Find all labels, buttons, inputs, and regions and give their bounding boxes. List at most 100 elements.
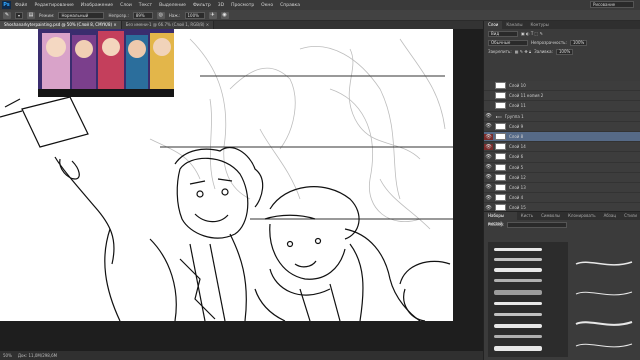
layer-thumbnail <box>495 122 506 130</box>
layer-name: Слой 6 <box>509 154 524 160</box>
folder-icon: ▸▭ <box>496 113 502 119</box>
brush-preset[interactable] <box>494 302 542 305</box>
menu-image[interactable]: Изображение <box>81 3 113 8</box>
layers-panel-tabs: Слои Каналы Контуры <box>484 21 640 29</box>
brush-preset-list[interactable] <box>488 242 568 357</box>
status-bar: 50% Док: 11,0М/298,6М <box>0 351 483 360</box>
menu-3d[interactable]: 3D <box>218 3 224 8</box>
tab-document-untitled[interactable]: Без имени-1 @ 66.7% (Слой 1, RGB/8) × <box>121 21 215 29</box>
brush-preset[interactable] <box>494 324 542 328</box>
layer-row[interactable]: 👁︎ Слой 5 <box>484 163 640 173</box>
mode-select[interactable]: Нормальный <box>58 11 105 19</box>
layer-row-selected[interactable]: 👁︎ Слой 8 <box>484 131 640 143</box>
brush-preset[interactable] <box>494 346 542 351</box>
layer-name: Слой 14 <box>509 144 526 150</box>
brush-preset[interactable] <box>494 268 542 272</box>
lock-icons[interactable]: ▦ ✎ ✥ 🔒︎ <box>515 49 531 54</box>
layer-row[interactable]: 👁︎ Слой 13 <box>484 183 640 194</box>
opacity-field[interactable]: 89% <box>132 11 153 19</box>
visibility-icon[interactable]: 👁︎ <box>484 143 493 150</box>
brush-panel-toggle-icon[interactable]: ▤ <box>27 11 36 19</box>
menu-select[interactable]: Выделение <box>159 3 186 8</box>
pressure-size-icon[interactable]: ◉ <box>220 11 229 19</box>
tab-character[interactable]: Символы <box>537 212 564 220</box>
tab-clone[interactable]: Клонировать <box>564 212 600 220</box>
fill-field[interactable]: 100% <box>555 48 574 55</box>
visibility-icon[interactable]: 👁︎ <box>484 133 493 140</box>
brush-presets-panel: Наборы кистей Кисть Символы Клонировать … <box>484 211 640 360</box>
brush-preset[interactable] <box>494 279 542 282</box>
visibility-icon[interactable]: 👁︎ <box>484 154 493 160</box>
visibility-icon[interactable]: 👁︎ <box>484 123 493 129</box>
layers-list: Слой 10 Слой 11 копия 2 Слой 11 👁︎ ▸▭ Груп… <box>484 81 640 224</box>
blend-mode-select[interactable]: Обычные <box>488 39 528 46</box>
layer-row[interactable]: 👁︎ Слой 4 <box>484 193 640 204</box>
layer-name: Слой 11 копия 2 <box>509 93 544 99</box>
reference-video-thumbnail <box>38 29 174 97</box>
layer-name: Слой 8 <box>509 134 524 140</box>
layer-row[interactable]: Слой 11 копия 2 <box>484 91 640 102</box>
menu-layers[interactable]: Слои <box>120 3 132 8</box>
menu-filter[interactable]: Фильтр <box>193 3 211 8</box>
lock-row: Закрепить: ▦ ✎ ✥ 🔒︎ Заливка: 100% <box>484 47 640 56</box>
visibility-icon[interactable]: 👁︎ <box>484 113 493 119</box>
visibility-icon[interactable]: 👁︎ <box>484 205 493 211</box>
layer-name: Слой 13 <box>509 184 526 190</box>
brush-preset[interactable] <box>494 258 542 261</box>
layer-opacity-field[interactable]: 100% <box>569 39 588 46</box>
brush-preset[interactable] <box>494 290 542 295</box>
visibility-icon[interactable]: 👁︎ <box>484 174 493 180</box>
layer-row[interactable]: 👁︎ Слой 12 <box>484 173 640 183</box>
layer-row[interactable]: 👁︎ Слой 9 <box>484 122 640 132</box>
document-tabs: Shoshanarkyterpainting.psd @ 50% (Слой 8… <box>0 21 483 29</box>
photoshop-logo: Ps <box>2 1 11 9</box>
layer-kind-select[interactable]: Вид <box>488 30 518 37</box>
menu-help[interactable]: Справка <box>280 3 300 8</box>
visibility-icon[interactable]: 👁︎ <box>484 164 493 170</box>
tab-channels[interactable]: Каналы <box>502 21 526 29</box>
tab-paragraph[interactable]: Абзац <box>600 212 621 220</box>
flow-label: Наж.: <box>168 12 181 18</box>
reference-image <box>38 29 174 89</box>
flow-field[interactable]: 100% <box>184 11 205 19</box>
airbrush-icon[interactable]: ✈ <box>208 11 217 19</box>
brush-preset[interactable] <box>494 248 542 251</box>
brush-size-slider[interactable] <box>507 221 568 228</box>
tab-styles[interactable]: Стили <box>620 212 640 220</box>
menu-type[interactable]: Текст <box>139 3 152 8</box>
brush-size-picker[interactable]: ▾ <box>15 11 24 19</box>
brush-size-label: Размер: <box>488 222 505 227</box>
layer-row[interactable]: Слой 10 <box>484 81 640 92</box>
layer-name: Слой 9 <box>509 123 524 129</box>
brush-preset[interactable] <box>494 335 542 338</box>
tab-brush-presets[interactable]: Наборы кистей <box>484 212 517 226</box>
tab-paths[interactable]: Контуры <box>526 21 552 29</box>
layer-group-row[interactable]: 👁︎ ▸▭ Группа 1 <box>484 112 640 122</box>
tab-layers[interactable]: Слои <box>484 21 503 29</box>
visibility-icon[interactable]: 👁︎ <box>484 184 493 190</box>
layer-name: Слой 10 <box>509 83 526 89</box>
layer-opacity-label: Непрозрачность: <box>531 40 567 45</box>
visibility-icon[interactable]: 👁︎ <box>484 195 493 201</box>
tab-brush[interactable]: Кисть <box>517 212 537 220</box>
menu-view[interactable]: Просмотр <box>231 3 254 8</box>
options-bar: ✎ ▾ ▤ Режим: Нормальный Непрозр.: 89% ◎ … <box>0 10 640 21</box>
video-controls-bar[interactable] <box>38 89 174 97</box>
drawing-canvas[interactable] <box>0 29 453 321</box>
layer-row[interactable]: 👁︎ Слой 6 <box>484 152 640 163</box>
menu-edit[interactable]: Редактирование <box>34 3 73 8</box>
zoom-level[interactable]: 50% <box>3 353 12 358</box>
layer-row[interactable]: 👁︎ Слой 14 <box>484 142 640 153</box>
fill-label: Заливка: <box>534 49 553 54</box>
workspace-select[interactable]: Рисование <box>590 1 634 8</box>
pressure-opacity-icon[interactable]: ◎ <box>156 11 165 19</box>
tab-document-main[interactable]: Shoshanarkyterpainting.psd @ 50% (Слой 8… <box>0 21 122 29</box>
layer-thumbnail <box>495 163 506 171</box>
filter-icons[interactable]: ▣ ◐ T ⬚ ✎ <box>521 31 543 36</box>
brush-preset[interactable] <box>494 313 542 316</box>
brush-tool-icon[interactable]: ✎ <box>3 11 11 19</box>
menu-window[interactable]: Окно <box>261 3 273 8</box>
layer-row[interactable]: Слой 11 <box>484 101 640 112</box>
layer-thumbnail <box>495 102 506 110</box>
menu-file[interactable]: Файл <box>15 3 27 8</box>
